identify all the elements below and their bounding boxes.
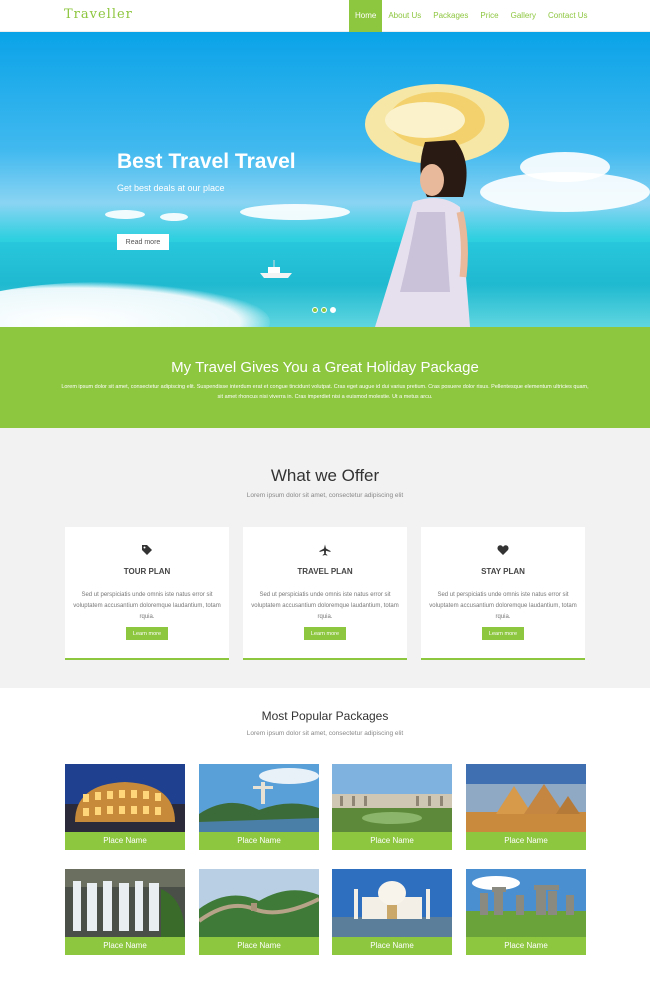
- package-card-palace-gardens[interactable]: Place Name: [332, 764, 452, 850]
- banner-title: My Travel Gives You a Great Holiday Pack…: [171, 359, 479, 376]
- heart-icon: [497, 545, 509, 555]
- nav-contact-us[interactable]: Contact Us: [542, 0, 594, 32]
- package-card-colosseum[interactable]: Place Name: [65, 764, 185, 850]
- package-label: Place Name: [199, 937, 319, 955]
- package-label: Place Name: [466, 832, 586, 850]
- package-label: Place Name: [332, 832, 452, 850]
- package-label: Place Name: [65, 937, 185, 955]
- package-label: Place Name: [199, 832, 319, 850]
- great-wall-image: [199, 869, 319, 937]
- banner-text: Lorem ipsum dolor sit amet, consectetur …: [61, 384, 589, 400]
- package-card-great-wall[interactable]: Place Name: [199, 869, 319, 955]
- intro-banner: My Travel Gives You a Great Holiday Pack…: [0, 327, 650, 428]
- cloud-shape: [520, 152, 610, 182]
- package-label: Place Name: [65, 832, 185, 850]
- hero-slider: Best Travel Travel Get best deals at our…: [0, 32, 650, 327]
- package-card-waterfall[interactable]: Place Name: [65, 869, 185, 955]
- nav-price[interactable]: Price: [474, 0, 504, 32]
- cloud-shape: [160, 213, 188, 221]
- palace-gardens-image: [332, 764, 452, 832]
- offer-card-text: Sed ut perspiciatis unde omnis iste natu…: [251, 592, 399, 620]
- main-nav: Home About Us Packages Price Gallery Con…: [349, 0, 594, 32]
- airplane-icon: [319, 544, 331, 556]
- package-card-christ-the-redeemer[interactable]: Place Name: [199, 764, 319, 850]
- learn-more-button[interactable]: Learn more: [482, 627, 524, 640]
- nav-home[interactable]: Home: [349, 0, 383, 32]
- package-label: Place Name: [332, 937, 452, 955]
- woman-illustration: [365, 84, 509, 327]
- hero-subtitle: Get best deals at our place: [117, 183, 225, 193]
- offer-card-stay-plan: STAY PLAN Sed ut perspiciatis unde omnis…: [421, 527, 585, 660]
- slider-pagination: [312, 307, 336, 313]
- christ-the-redeemer-image: [199, 764, 319, 832]
- offer-section: What we Offer Lorem ipsum dolor sit amet…: [0, 428, 650, 688]
- package-card-pyramids[interactable]: Place Name: [466, 764, 586, 850]
- slide-dot-3[interactable]: [330, 307, 336, 313]
- offer-card-title: STAY PLAN: [481, 567, 525, 576]
- tag-icon: [142, 545, 152, 555]
- boat-illustration: [260, 260, 292, 278]
- packages-subtitle: Lorem ipsum dolor sit amet, consectetur …: [246, 730, 404, 737]
- offer-card-text: Sed ut perspiciatis unde omnis iste natu…: [429, 592, 577, 620]
- stonehenge-image: [466, 869, 586, 937]
- brand-logo[interactable]: Traveller: [64, 7, 133, 22]
- cloud-shape: [105, 210, 145, 219]
- offer-card-title: TOUR PLAN: [123, 567, 171, 576]
- slide-dot-2[interactable]: [321, 307, 327, 313]
- pyramids-image: [466, 764, 586, 832]
- slide-dot-1[interactable]: [312, 307, 318, 313]
- package-card-stonehenge[interactable]: Place Name: [466, 869, 586, 955]
- taj-mahal-image: [332, 869, 452, 937]
- offer-card-travel-plan: TRAVEL PLAN Sed ut perspiciatis unde omn…: [243, 527, 407, 660]
- nav-gallery[interactable]: Gallery: [505, 0, 542, 32]
- offer-card-text: Sed ut perspiciatis unde omnis iste natu…: [73, 592, 221, 620]
- hero-title: Best Travel Travel: [117, 150, 296, 173]
- package-label: Place Name: [466, 937, 586, 955]
- packages-title: Most Popular Packages: [261, 709, 389, 723]
- nav-packages[interactable]: Packages: [427, 0, 474, 32]
- offer-subtitle: Lorem ipsum dolor sit amet, consectetur …: [246, 492, 404, 499]
- navbar: Traveller Home About Us Packages Price G…: [0, 0, 650, 32]
- offer-card-tour-plan: TOUR PLAN Sed ut perspiciatis unde omnis…: [65, 527, 229, 660]
- learn-more-button[interactable]: Learn more: [126, 627, 168, 640]
- colosseum-image: [65, 764, 185, 832]
- package-card-taj-mahal[interactable]: Place Name: [332, 869, 452, 955]
- offer-card-title: TRAVEL PLAN: [297, 567, 353, 576]
- cloud-shape: [240, 204, 350, 220]
- read-more-button[interactable]: Read more: [117, 234, 169, 250]
- offer-title: What we Offer: [270, 466, 380, 485]
- learn-more-button[interactable]: Learn more: [304, 627, 346, 640]
- nav-about-us[interactable]: About Us: [382, 0, 427, 32]
- waterfall-image: [65, 869, 185, 937]
